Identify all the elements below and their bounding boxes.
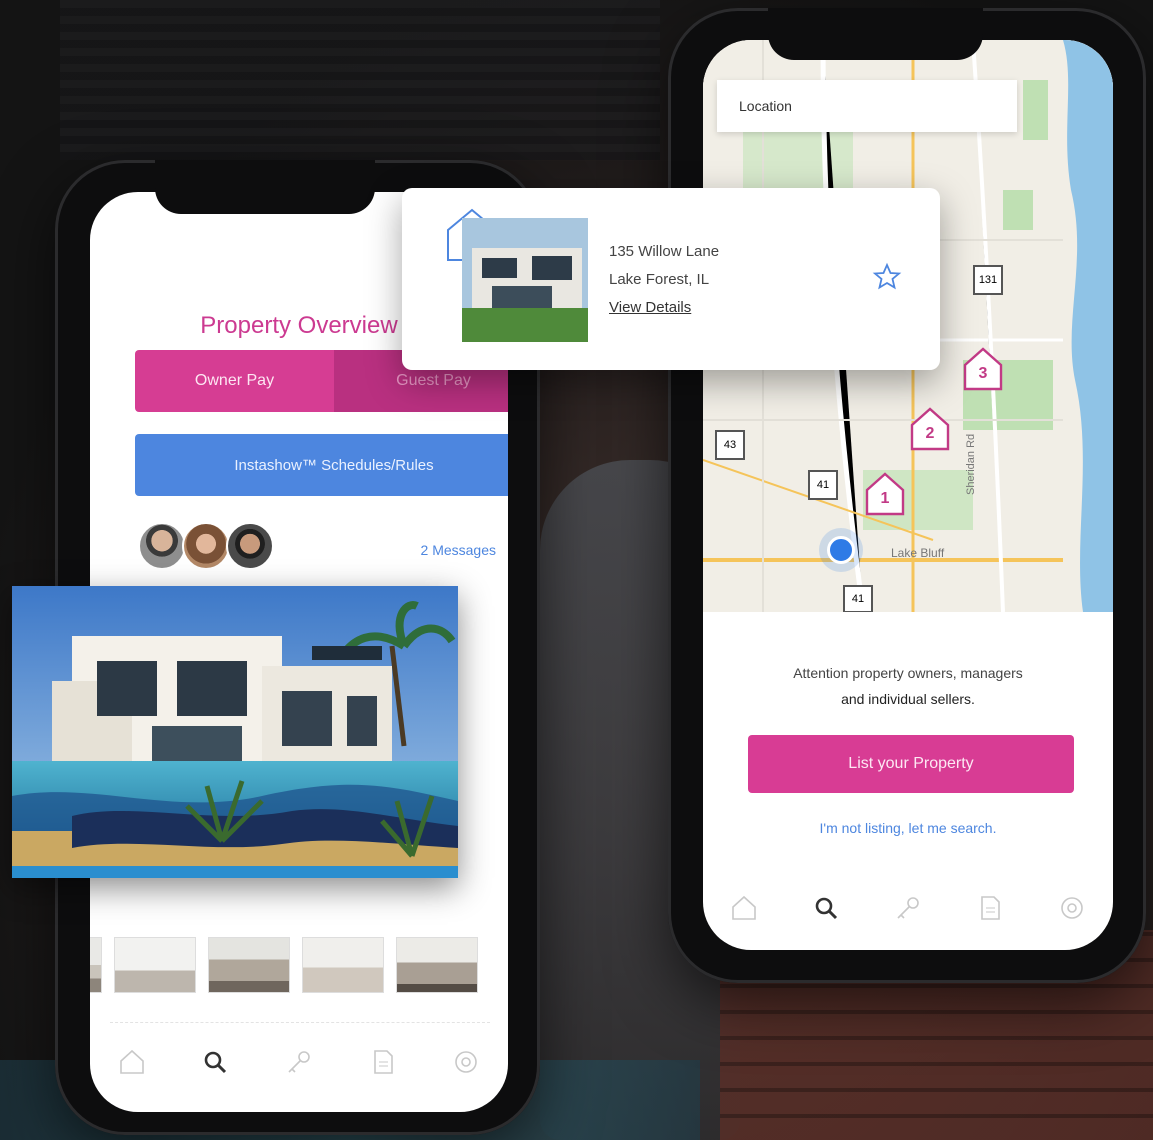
avatar[interactable] [182, 522, 230, 570]
owner-pay-option[interactable]: Owner Pay [135, 350, 334, 412]
document-icon [981, 896, 1000, 920]
map-marker-1[interactable]: 1 [863, 470, 907, 523]
marker-number: 2 [925, 425, 935, 442]
current-location-dot [827, 536, 855, 564]
photo-thumbnail[interactable] [90, 937, 102, 993]
tab-keys[interactable] [891, 891, 925, 925]
villa-illustration [12, 586, 458, 878]
avatar[interactable] [226, 522, 274, 570]
attention-text: Attention property owners, managers and … [733, 660, 1083, 712]
map-search-screen: 43 41 41 131 Lake Bluff Sheridan Rd 1 2 [703, 40, 1113, 950]
search-icon [815, 897, 838, 920]
tab-documents[interactable] [366, 1045, 400, 1079]
list-property-button[interactable]: List your Property [748, 735, 1074, 793]
highway-shield: 43 [715, 430, 745, 460]
schedule-rules-button[interactable]: Instashow™ Schedules/Rules [135, 434, 508, 496]
villa-photo[interactable] [12, 586, 458, 878]
tab-documents[interactable] [973, 891, 1007, 925]
map-marker-2[interactable]: 2 [908, 405, 952, 458]
photo-thumbnail[interactable] [396, 937, 478, 993]
search-instead-link[interactable]: I'm not listing, let me search. [703, 820, 1113, 836]
photo-thumbnail[interactable] [114, 937, 196, 993]
location-search-input[interactable]: Location [717, 80, 1017, 132]
attention-line-2: and individual sellers. [841, 691, 975, 707]
key-icon [288, 1051, 310, 1073]
map-road-label: Sheridan Rd [965, 433, 977, 495]
settings-icon [1061, 897, 1083, 919]
tab-home[interactable] [727, 891, 761, 925]
key-icon [897, 897, 919, 919]
tab-settings[interactable] [449, 1045, 483, 1079]
highway-shield: 41 [808, 470, 838, 500]
address-line-2: Lake Forest, IL [609, 271, 710, 288]
photo-thumbnail-strip [90, 937, 478, 993]
avatar[interactable] [138, 522, 186, 570]
document-icon [373, 1050, 393, 1074]
avatar-group [138, 522, 274, 570]
map-marker-3[interactable]: 3 [961, 345, 1005, 398]
photo-thumbnail[interactable] [302, 937, 384, 993]
search-icon [205, 1051, 227, 1074]
marker-number: 3 [978, 365, 988, 382]
star-icon [872, 262, 902, 290]
home-icon [119, 1049, 144, 1074]
map-city-label: Lake Bluff [891, 546, 945, 560]
phone-notch [155, 160, 375, 214]
bottom-tab-bar [90, 1032, 508, 1092]
tab-search[interactable] [809, 891, 843, 925]
tab-search[interactable] [198, 1045, 232, 1079]
tab-home[interactable] [115, 1045, 149, 1079]
phone-right: 43 41 41 131 Lake Bluff Sheridan Rd 1 2 [668, 8, 1146, 983]
background-shutter [60, 0, 660, 160]
listing-card[interactable]: 135 Willow Lane Lake Forest, IL View Det… [402, 188, 940, 370]
photo-thumbnail[interactable] [208, 937, 290, 993]
messages-link[interactable]: 2 Messages [421, 542, 496, 558]
highway-shield: 131 [973, 265, 1003, 295]
address-line-1: 135 Willow Lane [609, 243, 720, 260]
tab-keys[interactable] [282, 1045, 316, 1079]
divider [110, 1022, 490, 1023]
home-icon [732, 895, 756, 920]
tab-settings[interactable] [1055, 891, 1089, 925]
highway-shield: 41 [843, 585, 873, 612]
attention-line-1: Attention property owners, managers [793, 665, 1023, 681]
view-details-link[interactable]: View Details [609, 294, 719, 322]
favorite-button[interactable] [872, 262, 902, 297]
marker-number: 1 [880, 490, 890, 507]
listing-thumbnail[interactable] [462, 218, 588, 342]
phone-notch [768, 8, 983, 60]
bottom-tab-bar [703, 878, 1113, 938]
settings-icon [455, 1051, 477, 1073]
listing-address: 135 Willow Lane Lake Forest, IL View Det… [609, 238, 719, 322]
